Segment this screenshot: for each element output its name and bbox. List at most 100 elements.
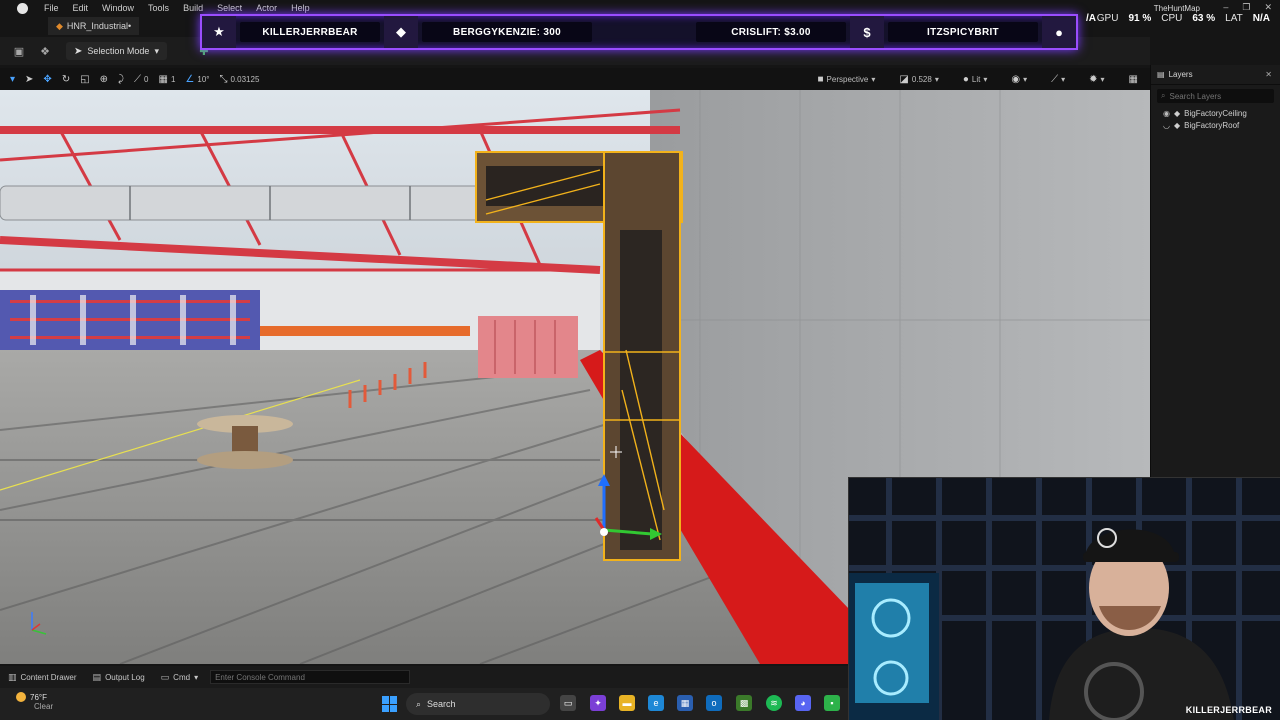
weather-temp: 76°F [30,692,47,702]
menu-select[interactable]: Select [217,3,242,13]
settings-icon[interactable]: ✹ ▾ [1089,74,1104,85]
shipping-container [478,316,578,378]
star-icon: ★ [202,16,236,48]
latest-cheer: BERGGYKENZIE: 300 [422,22,592,42]
pc-case [849,573,939,720]
lat-label: LAT [1225,13,1243,24]
sun-icon [16,692,26,702]
search-icon: ⌕ [1161,91,1166,100]
stat-partial: /A [1086,13,1096,24]
scale-tool-icon[interactable]: ◱ [80,74,89,85]
taskbar-search[interactable]: ⌕ Search [406,693,550,715]
store-icon[interactable]: ▦ [677,695,693,711]
scale-snap-value: 0.03125 [230,74,260,84]
terminal-icon: ▭ [160,671,170,682]
rotation-snap[interactable]: ∠ 10° [185,74,209,85]
weather-widget[interactable]: 76°F Clear [16,692,53,711]
task-view-icon[interactable]: ▭ [560,695,576,711]
menu-actor[interactable]: Actor [256,3,277,13]
unreal-logo-icon[interactable] [14,0,30,16]
latest-follower: KILLERJERRBEAR [240,22,380,42]
outlook-icon[interactable]: o [706,695,722,711]
menu-tools[interactable]: Tools [148,3,169,13]
scale-snap[interactable]: ⤡ 0.03125 [219,74,259,85]
surface-snap-icon[interactable]: ⤸ [118,74,124,85]
lit-button[interactable]: ● Lit ▾ [963,74,988,85]
cpu-value: 63 % [1192,13,1216,24]
layer-item[interactable]: ◡ ◆ BigFactoryRoof [1151,119,1280,131]
user-icon: ● [1042,16,1076,48]
fov-value: 0.528 [911,74,932,84]
output-log-label: Output Log [105,672,145,682]
show-icon[interactable]: ◉ ▾ [1011,74,1027,85]
stat-partial-value: /A [1086,13,1096,24]
drawer-icon: ▥ [8,671,17,682]
cmd-dropdown[interactable]: ▭ Cmd ▾ [161,672,198,683]
viewport-toolbar: ▾ ➤ ✥ ↻ ◱ ⊕ ⤸ ⟋ 0 ▦ 1 ∠ 10° ⤡ 0.03125 ■ Persp… [0,68,1150,90]
content-browser-icon[interactable]: ❖ [38,44,52,58]
selection-mode-button[interactable]: ➤ Selection Mode ▾ [66,42,167,60]
spotify-icon[interactable]: ≋ [766,695,782,711]
layout-icon[interactable]: ▦ [1129,74,1138,85]
cursor-icon: ➤ [74,45,83,57]
edge-icon[interactable]: e [648,695,664,711]
grid-size[interactable]: ▦ 1 [159,74,176,85]
stream-alert-bar: ★ KILLERJERRBEAR ◆ BERGGYKENZIE: 300 CRI… [200,14,1078,50]
layer-dot-icon: ◆ [1173,108,1181,118]
system-stats: TheHuntMap GPU 91 % CPU 63 % LAT N/A [1097,4,1270,24]
content-drawer-button[interactable]: ▥ Content Drawer [8,672,77,683]
fov-control[interactable]: ◪ 0.528 ▾ [899,74,939,85]
app-icon[interactable]: ▪ [824,695,840,711]
menu-file[interactable]: File [44,3,59,13]
chevron-down-icon: ▾ [194,672,199,682]
windows-start-icon[interactable] [382,696,398,712]
copilot-icon[interactable]: ✦ [590,695,606,711]
map-name: TheHuntMap [1153,4,1200,13]
webcam-name-label: KILLERJERRBEAR [1185,705,1272,715]
taskbar-search-label: Search [427,699,456,709]
layers-search: ⌕ [1157,89,1274,103]
eye-icon[interactable]: ◡ [1163,121,1170,130]
console-command-input[interactable] [210,670,411,684]
file-explorer-icon[interactable]: ▬ [619,695,635,711]
close-icon[interactable]: ✕ [1265,70,1272,79]
cmd-label: Cmd [173,672,191,682]
latest-subscriber: ITZSPICYBRIT [888,22,1038,42]
selection-mode-label: Selection Mode [87,46,150,56]
grid-snap[interactable]: ⟋ 0 [134,74,148,85]
cpu-label: CPU [1161,13,1183,24]
layers-icon: ▤ [1157,70,1165,79]
gpu-value: 91 % [1128,13,1152,24]
rotate-tool-icon[interactable]: ↻ [62,74,70,85]
search-icon: ⌕ [416,698,422,709]
select-tool-icon[interactable]: ➤ [25,74,33,85]
grid-snap-value: 0 [144,74,149,84]
view-mode-label: Perspective [826,74,869,84]
minecraft-icon[interactable]: ▩ [736,695,752,711]
layer-item[interactable]: ◉ ◆ BigFactoryCeiling [1151,107,1280,119]
menu-build[interactable]: Build [183,3,203,13]
level-icon: ◆ [56,20,63,31]
discord-icon[interactable]: ◕ [795,695,811,711]
viewport-menu-icon[interactable]: ▾ [10,74,15,85]
menu-help[interactable]: Help [291,3,310,13]
perspective-button[interactable]: ■ Perspective ▾ [818,74,876,85]
layer-item-label: BigFactoryRoof [1184,120,1240,130]
project-tab[interactable]: ◆ HNR_Industrial• [48,17,140,35]
save-icon[interactable]: ▣ [12,44,26,58]
perf-icon[interactable]: ⟋ ▾ [1051,74,1065,85]
lat-value: N/A [1252,13,1270,24]
latest-donation: CRISLIFT: $3.00 [696,22,846,42]
menu-edit[interactable]: Edit [73,3,89,13]
gpu-label: GPU [1096,13,1119,24]
menu-window[interactable]: Window [102,3,134,13]
translate-tool-icon[interactable]: ✥ [43,74,51,85]
eye-icon[interactable]: ◉ [1163,109,1170,118]
output-log-button[interactable]: ▤ Output Log [93,672,145,683]
layers-search-input[interactable] [1169,91,1260,101]
grid-size-value: 1 [170,74,176,84]
layer-dot-icon: ◆ [1173,120,1181,130]
layer-item-label: BigFactoryCeiling [1184,108,1247,118]
chevron-down-icon: ▾ [154,45,159,56]
world-space-icon[interactable]: ⊕ [100,74,108,85]
